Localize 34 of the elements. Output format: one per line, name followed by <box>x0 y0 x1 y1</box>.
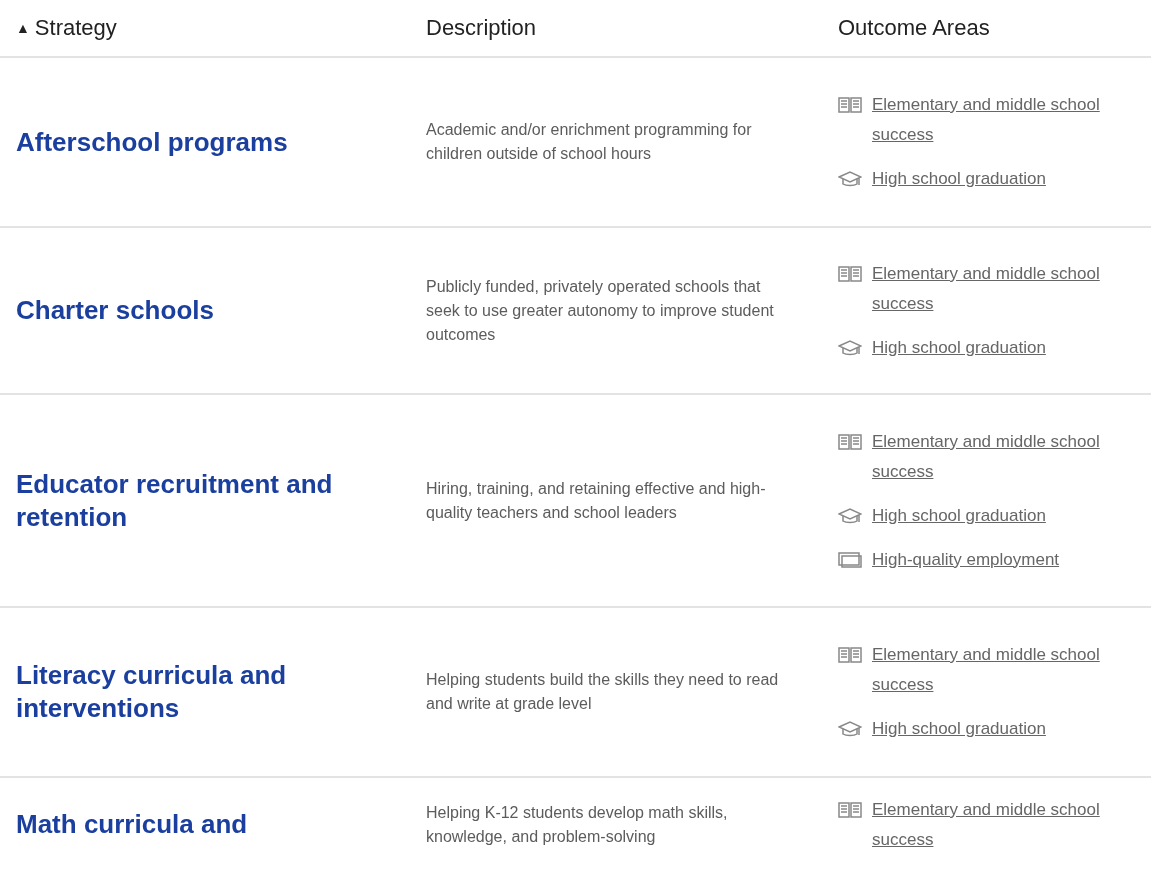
book-icon <box>838 433 862 450</box>
outcome-area-link[interactable]: Elementary and middle school success <box>872 426 1151 487</box>
monitor-icon <box>838 551 862 568</box>
book-icon <box>838 647 862 663</box>
strategy-link[interactable]: Educator recruitment and retention <box>16 467 336 534</box>
outcome-area-link[interactable]: High-quality employment <box>872 544 1060 575</box>
graduation-cap-icon <box>838 721 862 737</box>
strategy-link[interactable]: Charter schools <box>16 294 336 327</box>
graduation-cap-icon <box>838 507 862 524</box>
outcome-area-link[interactable]: High school graduation <box>872 164 1046 194</box>
graduation-cap-icon <box>838 339 862 356</box>
column-header: Description <box>426 15 537 41</box>
strategy-description: Publicly funded, privately operated schools that seek to use greater autonomy to improve student outcomes <box>426 276 775 345</box>
column-header: Outcome Areas <box>838 15 990 41</box>
book-icon <box>838 801 862 818</box>
strategy-description: Academic and/or enrichment programming for children outside of school hours <box>426 120 753 164</box>
outcome-area-link[interactable]: High school graduation <box>872 714 1046 744</box>
outcome-area-link[interactable]: High school graduation <box>872 332 1046 363</box>
book-icon <box>838 97 862 113</box>
strategy-description: Helping K-12 students develop math skills, knowledge, and problem-solving <box>426 802 729 847</box>
sort-indicator[interactable]: ▲ <box>16 20 30 36</box>
strategy-link[interactable]: Literacy curricula and interventions <box>16 659 336 725</box>
outcome-area-link[interactable]: Elementary and middle school success <box>872 794 1151 855</box>
strategy-description: Hiring, training, and retaining effective and high-quality teachers and school leaders <box>426 478 767 523</box>
strategy-description: Helping students build the skills they need to read and write at grade level <box>426 670 780 714</box>
column-header[interactable]: Strategy <box>34 15 117 41</box>
strategy-link[interactable]: Math curricula and <box>16 808 336 841</box>
outcome-area-link[interactable]: High school graduation <box>872 500 1046 531</box>
outcome-area-link[interactable]: Elementary and middle school success <box>872 640 1151 700</box>
outcome-area-link[interactable]: Elementary and middle school success <box>872 90 1151 150</box>
outcome-area-link[interactable]: Elementary and middle school success <box>872 258 1151 319</box>
strategy-link[interactable]: Afterschool programs <box>16 125 336 159</box>
graduation-cap-icon <box>838 171 862 187</box>
book-icon <box>838 265 862 282</box>
